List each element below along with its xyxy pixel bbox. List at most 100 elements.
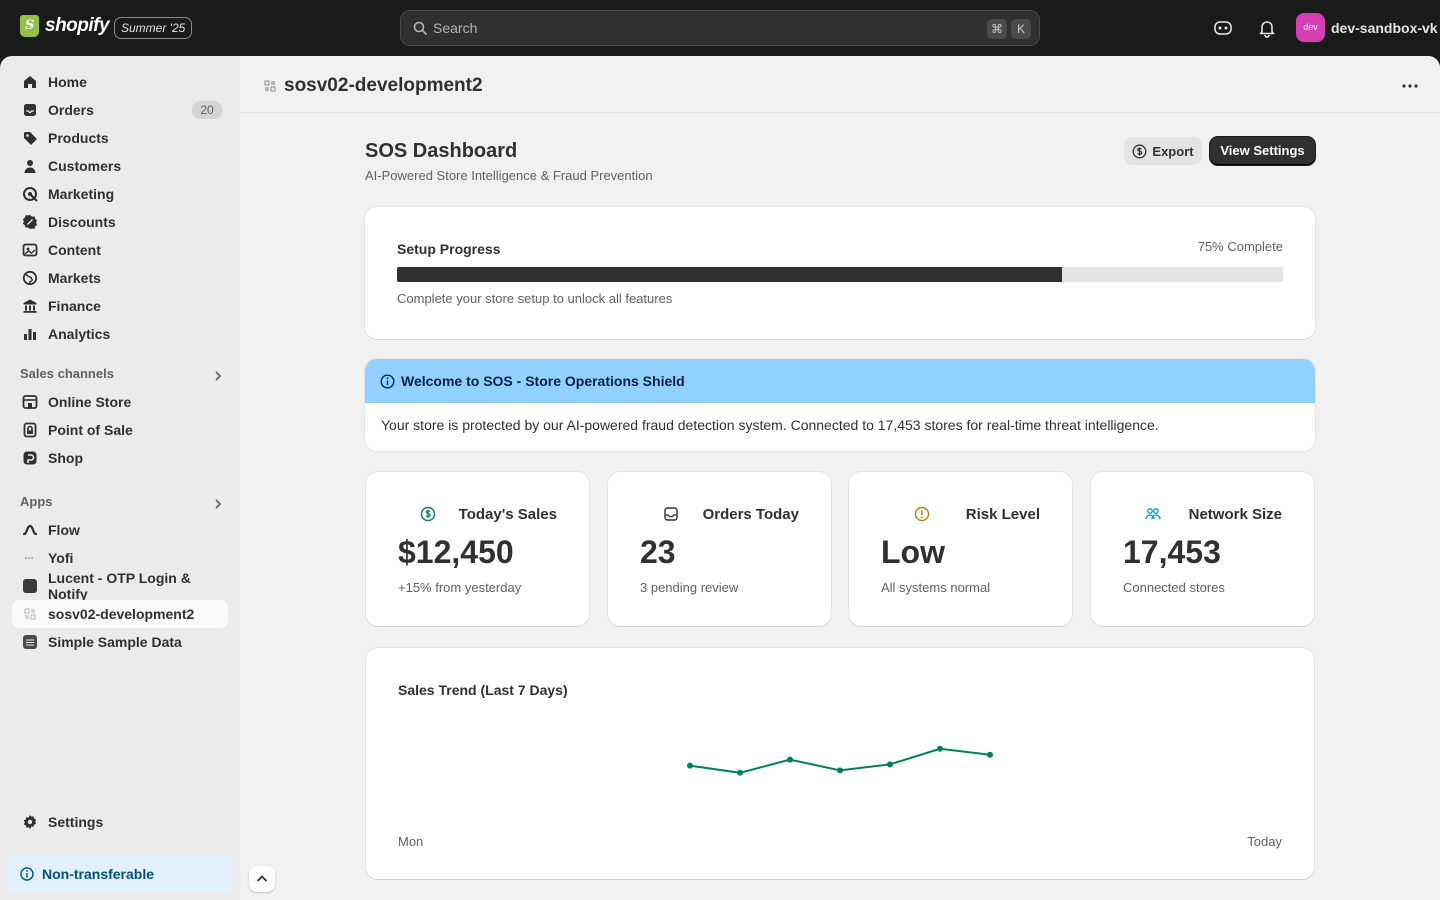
- sidebar-item-label: Flow: [48, 522, 80, 538]
- sidebar-item-home[interactable]: Home: [12, 68, 228, 96]
- dollar-icon: [420, 506, 436, 522]
- shopify-logo[interactable]: shopify: [20, 15, 110, 37]
- sidebar-item-content[interactable]: Content: [12, 236, 228, 264]
- content-icon: [22, 243, 38, 257]
- sidebar-item-label: Products: [48, 130, 109, 146]
- sidebar-item-sosv02[interactable]: sosv02-development2: [12, 600, 228, 628]
- sidebar-item-discounts[interactable]: Discounts: [12, 208, 228, 236]
- welcome-banner: Welcome to SOS - Store Operations Shield…: [365, 359, 1315, 451]
- setup-progress-fill: [397, 267, 1062, 282]
- sidebar-item-label: Shop: [48, 450, 83, 466]
- setup-description: Complete your store setup to unlock all …: [397, 291, 673, 306]
- sidebar-item-simple-sample-data[interactable]: Simple Sample Data: [12, 628, 228, 656]
- search-input[interactable]: [433, 11, 933, 45]
- setup-percent: 75% Complete: [1197, 239, 1283, 254]
- k-key: K: [1011, 19, 1031, 39]
- info-icon: [20, 867, 34, 881]
- target-icon: [23, 187, 38, 202]
- stat-value: Low: [881, 534, 945, 570]
- search-bar[interactable]: ⌘ K: [400, 10, 1040, 46]
- stat-label: Orders Today: [702, 506, 799, 523]
- shop-icon: [23, 451, 37, 465]
- chevron-right-icon[interactable]: [212, 370, 224, 382]
- sidebar-item-analytics[interactable]: Analytics: [12, 320, 228, 348]
- sidekick-icon[interactable]: [1213, 18, 1233, 38]
- more-actions-icon[interactable]: [1400, 78, 1420, 94]
- sidebar-item-label: Settings: [48, 814, 104, 830]
- inbox-icon: [664, 507, 678, 521]
- edition-badge[interactable]: Summer '25: [114, 17, 193, 39]
- sidebar-item-markets[interactable]: Markets: [12, 264, 228, 292]
- bar-chart-icon: [24, 329, 36, 340]
- sales-trend-chart: [687, 745, 993, 776]
- stat-card-orders: Orders Today 23 3 pending review: [608, 472, 831, 626]
- export-label: Export: [1152, 143, 1194, 159]
- data-point: [887, 761, 893, 768]
- sidebar-item-settings[interactable]: Settings: [12, 808, 228, 836]
- chevron-right-icon[interactable]: [212, 498, 224, 510]
- store-icon: [22, 395, 38, 409]
- app-grid-icon: [24, 608, 36, 620]
- app-title-bar: sosv02-development2: [240, 56, 1440, 113]
- setup-progress-card: Setup Progress 75% Complete Complete you…: [365, 207, 1315, 339]
- setup-progress-bar: [397, 267, 1283, 282]
- main-content: sosv02-development2 SOS Dashboard AI-Pow…: [240, 56, 1440, 900]
- sidebar-item-shop[interactable]: Shop: [12, 444, 228, 472]
- banner-body: Your store is protected by our AI-powere…: [381, 417, 1159, 433]
- sidebar-item-marketing[interactable]: Marketing: [12, 180, 228, 208]
- inbox-icon: [24, 104, 36, 116]
- non-transferable-label: Non-transferable: [42, 866, 155, 882]
- orders-count-badge: 20: [192, 101, 222, 119]
- app-title: sosv02-development2: [284, 75, 483, 96]
- banner-title: Welcome to SOS - Store Operations Shield: [401, 373, 685, 389]
- pos-icon: [23, 422, 37, 438]
- sidebar-item-customers[interactable]: Customers: [12, 152, 228, 180]
- account-name: dev-sandbox-vk: [1331, 19, 1438, 36]
- discount-icon: [22, 215, 38, 229]
- export-button[interactable]: Export: [1124, 137, 1202, 165]
- sidebar-item-label: Analytics: [48, 326, 111, 342]
- sidebar-item-yofi[interactable]: Yofi: [12, 544, 228, 572]
- bell-icon[interactable]: [1257, 18, 1277, 38]
- stat-card-network: Network Size 17,453 Connected stores: [1091, 472, 1314, 626]
- sidebar-item-finance[interactable]: Finance: [12, 292, 228, 320]
- stat-value: 17,453: [1123, 534, 1221, 570]
- data-point: [787, 756, 793, 763]
- x-axis-start-label: Mon: [398, 834, 424, 849]
- sidebar-item-label: Yofi: [48, 550, 74, 566]
- stat-label: Today's Sales: [458, 506, 557, 523]
- page-subtitle: AI-Powered Store Intelligence & Fraud Pr…: [365, 168, 653, 183]
- people-icon: [1145, 508, 1161, 520]
- sidebar-item-online-store[interactable]: Online Store: [12, 388, 228, 416]
- account-menu[interactable]: dev dev-sandbox-vk: [1296, 13, 1438, 42]
- sidebar-item-label: Markets: [48, 270, 101, 286]
- non-transferable-notice[interactable]: Non-transferable: [8, 856, 232, 892]
- top-bar: shopify Summer '25 ⌘ K dev dev-sandbox-v…: [0, 0, 1440, 56]
- view-settings-button[interactable]: View Settings: [1210, 137, 1315, 165]
- sidebar-item-flow[interactable]: Flow: [12, 516, 228, 544]
- shopify-bag-icon: [20, 15, 39, 37]
- sales-channels-heading: Sales channels: [20, 366, 114, 381]
- info-icon: [380, 373, 395, 389]
- stat-subtext: Connected stores: [1123, 580, 1225, 595]
- stat-label: Risk Level: [965, 506, 1040, 523]
- bank-icon: [23, 299, 37, 313]
- sidebar-item-label: Online Store: [48, 394, 132, 410]
- sidebar-item-point-of-sale[interactable]: Point of Sale: [12, 416, 228, 444]
- command-key: ⌘: [987, 19, 1007, 39]
- sidebar-item-label: Finance: [48, 298, 101, 314]
- home-icon: [24, 76, 36, 88]
- sidebar-item-lucent[interactable]: Lucent - OTP Login & Notify: [12, 570, 228, 602]
- data-point: [937, 745, 943, 752]
- chevron-up-icon: [256, 875, 268, 882]
- gear-icon: [23, 815, 37, 829]
- globe-icon: [22, 270, 38, 286]
- stat-label: Network Size: [1188, 506, 1282, 523]
- person-icon: [24, 160, 36, 173]
- collapse-sidebar-button[interactable]: [249, 866, 275, 892]
- data-point: [987, 751, 993, 758]
- data-point: [737, 769, 743, 776]
- sidebar-item-products[interactable]: Products: [12, 124, 228, 152]
- sidebar-item-orders[interactable]: Orders 20: [12, 96, 228, 124]
- stack-icon: [23, 635, 37, 649]
